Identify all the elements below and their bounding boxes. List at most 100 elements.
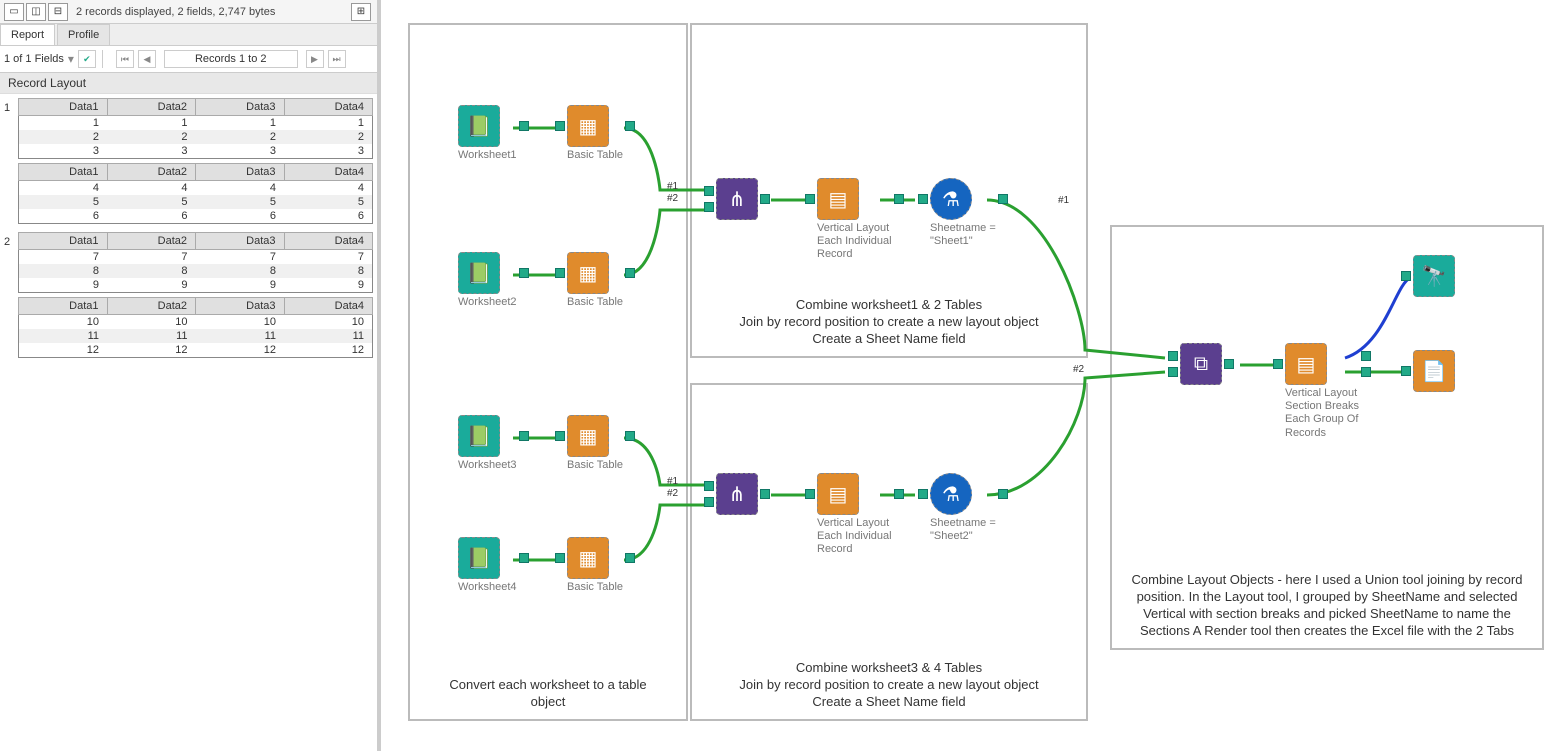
anchor[interactable] [894,489,904,499]
anchor[interactable] [625,121,635,131]
cell: 11 [107,329,196,343]
view-single-icon[interactable]: ▭ [4,3,24,21]
anchor[interactable] [704,481,714,491]
anchor[interactable] [555,431,565,441]
anchor[interactable] [1168,351,1178,361]
anchor[interactable] [918,489,928,499]
container-convert[interactable]: Convert each worksheet to a table object [408,23,688,721]
anchor[interactable] [760,489,770,499]
anchor[interactable] [555,268,565,278]
tool-basic-table-1[interactable]: ▦ Basic Table [567,105,623,162]
anchor[interactable] [625,553,635,563]
anchor[interactable] [625,431,635,441]
cell: 8 [107,264,196,278]
tool-join-2[interactable]: ⋔ [716,473,758,515]
anchor[interactable] [555,121,565,131]
anchor[interactable] [625,268,635,278]
cell: 10 [284,315,373,330]
view-split-h-icon[interactable]: ◫ [26,3,46,21]
tool-formula-1[interactable]: ⚗ Sheetname = "Sheet1" [930,178,996,248]
tool-worksheet1[interactable]: 📗 Worksheet1 [458,105,517,162]
anchor[interactable] [1273,359,1283,369]
anchor[interactable] [704,186,714,196]
last-icon[interactable]: ⏭ [328,50,346,68]
cell: 12 [107,343,196,358]
anchor[interactable] [704,497,714,507]
anchor[interactable] [918,194,928,204]
cell: 1 [107,116,196,131]
table-icon: ▦ [567,415,609,457]
anchor[interactable] [805,194,815,204]
anchor[interactable] [1168,367,1178,377]
formula-icon: ⚗ [930,178,972,220]
tool-formula-2[interactable]: ⚗ Sheetname = "Sheet2" [930,473,996,543]
anchor[interactable] [805,489,815,499]
table-row: 10101010 [19,315,373,330]
anchor[interactable] [998,489,1008,499]
cell: 6 [19,209,108,224]
anchor[interactable] [998,194,1008,204]
table-icon: ▦ [567,252,609,294]
table-row: 8888 [19,264,373,278]
anchor[interactable] [1401,366,1411,376]
tool-union[interactable]: ⧉ [1180,343,1222,385]
anchor[interactable] [555,553,565,563]
anchor[interactable] [519,268,529,278]
col-header: Data1 [19,164,108,181]
view-split-v-icon[interactable]: ⊟ [48,3,68,21]
tool-basic-table-4[interactable]: ▦ Basic Table [567,537,623,594]
anchor-out1: #1 [1058,195,1069,206]
anchor[interactable] [760,194,770,204]
tool-render[interactable]: 📄 [1413,350,1455,392]
tool-layout-2[interactable]: ▤ Vertical Layout Each Individual Record [817,473,892,557]
container-combine-layout-text: Combine Layout Objects - here I used a U… [1112,572,1542,640]
tool-layout-3-label: Vertical Layout Section Breaks Each Grou… [1285,387,1359,440]
cell: 7 [19,250,108,265]
dropdown-icon[interactable]: ▾ [68,52,74,66]
cell: 1 [196,116,285,131]
record-num: 1 [4,98,18,228]
tab-report[interactable]: Report [0,24,55,45]
anchor[interactable] [1224,359,1234,369]
tool-basic-table-3-label: Basic Table [567,459,623,472]
tool-basic-table-3[interactable]: ▦ Basic Table [567,415,623,472]
cell: 2 [196,130,285,144]
tool-browse[interactable]: 🔭 [1413,255,1455,297]
col-header: Data2 [107,233,196,250]
col-header: Data4 [284,99,373,116]
next-icon[interactable]: ▶ [306,50,324,68]
anchor[interactable] [1361,351,1371,361]
options-icon[interactable]: ⊞ [351,3,371,21]
col-header: Data3 [196,99,285,116]
table-row: 12121212 [19,343,373,358]
tool-worksheet2[interactable]: 📗 Worksheet2 [458,252,517,309]
anchor[interactable] [519,431,529,441]
anchor[interactable] [519,553,529,563]
table-row: 9999 [19,278,373,293]
prev-icon[interactable]: ◀ [138,50,156,68]
cell: 9 [284,278,373,293]
text-input-icon: 📗 [458,537,500,579]
first-icon[interactable]: ⏮ [116,50,134,68]
anchor[interactable] [704,202,714,212]
check-icon[interactable]: ✔ [78,50,96,68]
layout-icon: ▤ [817,178,859,220]
anchor[interactable] [1401,271,1411,281]
anchor[interactable] [1361,367,1371,377]
tool-formula-1-label: Sheetname = "Sheet1" [930,222,996,248]
workflow-canvas[interactable]: Convert each worksheet to a table object… [385,0,1562,751]
table-row: 7777 [19,250,373,265]
tool-layout-1[interactable]: ▤ Vertical Layout Each Individual Record [817,178,892,262]
record-block: 2Data1Data2Data3Data4777788889999Data1Da… [4,232,373,362]
tab-profile[interactable]: Profile [57,24,110,45]
tool-worksheet3[interactable]: 📗 Worksheet3 [458,415,517,472]
tool-worksheet4[interactable]: 📗 Worksheet4 [458,537,517,594]
anchor[interactable] [894,194,904,204]
table-row: 1111 [19,116,373,131]
col-header: Data1 [19,233,108,250]
anchor[interactable] [519,121,529,131]
tool-join-1[interactable]: ⋔ [716,178,758,220]
tool-basic-table-2[interactable]: ▦ Basic Table [567,252,623,309]
records-label[interactable]: Records 1 to 2 [164,50,298,68]
tool-layout-3[interactable]: ▤ Vertical Layout Section Breaks Each Gr… [1285,343,1359,440]
